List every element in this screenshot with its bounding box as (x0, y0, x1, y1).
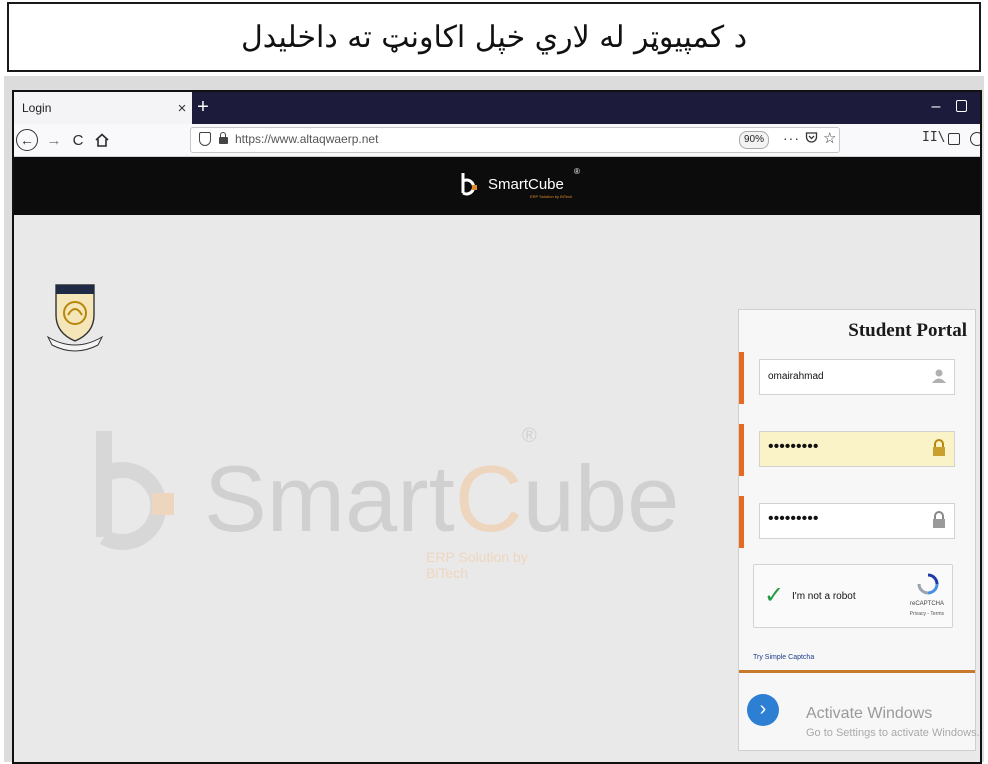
back-arrow-icon[interactable]: ← (16, 129, 38, 151)
smartcube-b-icon (461, 173, 477, 196)
navigation-toolbar: ← → C https://www.altaqwaerp.net 90% ···… (14, 124, 980, 157)
activate-windows-subtitle: Go to Settings to activate Windows. (806, 727, 980, 739)
account-icon[interactable] (970, 132, 980, 146)
user-icon (932, 369, 946, 383)
recaptcha-terms-link[interactable]: Privacy - Terms (910, 611, 944, 617)
panel-title: Student Portal (848, 320, 967, 341)
lock-icon (933, 439, 945, 456)
header-logo[interactable]: SmartCube ® ERP Solution by BiTech (460, 167, 620, 205)
new-tab-button[interactable]: + (192, 92, 214, 124)
header-registered-mark: ® (574, 167, 580, 176)
school-crest-icon (46, 284, 104, 352)
username-value: omairahmad (768, 371, 824, 382)
confirm-password-row: ••••••••• (739, 494, 975, 550)
forward-arrow-icon[interactable]: → (42, 128, 66, 152)
caption-text: د کمپیوټر له لاري خپل اکاونټ ته داخلیدل (240, 19, 748, 55)
browser-window: Login × + – ← → C https://www.altaqwaerp… (12, 90, 982, 764)
checkmark-icon[interactable]: ✓ (764, 581, 784, 610)
restore-window-icon[interactable] (956, 100, 967, 112)
confirm-password-value: ••••••••• (768, 510, 819, 527)
captcha-label: I'm not a robot (792, 591, 856, 602)
home-icon[interactable] (90, 128, 114, 152)
tab-login[interactable]: Login × (14, 92, 192, 124)
password-row: ••••••••• (739, 422, 975, 478)
url-text[interactable]: https://www.altaqwaerp.net (235, 132, 378, 146)
login-panel: Student Portal omairahmad ••••••••• ••••… (738, 309, 976, 751)
simple-captcha-link[interactable]: Try Simple Captcha (753, 654, 814, 661)
username-field[interactable]: omairahmad (759, 359, 955, 395)
recaptcha-brand: reCAPTCHA (909, 601, 944, 607)
header-logo-text: SmartCube (488, 176, 564, 193)
minimize-button[interactable]: – (924, 92, 948, 124)
tab-title: Login (22, 101, 52, 115)
bookmark-star-icon[interactable]: ☆ (823, 129, 836, 147)
screenshot-area: Login × + – ← → C https://www.altaqwaerp… (4, 76, 984, 764)
tab-bar: Login × + – (14, 92, 980, 124)
header-logo-tagline: ERP Solution by BiTech (530, 194, 573, 199)
tracking-shield-icon[interactable] (199, 132, 211, 146)
confirm-password-field[interactable]: ••••••••• (759, 503, 955, 539)
password-field[interactable]: ••••••••• (759, 431, 955, 467)
recaptcha-logo-icon (917, 573, 939, 595)
recaptcha-widget[interactable]: ✓ I'm not a robot reCAPTCHA Privacy - Te… (753, 564, 953, 628)
watermark-b-icon (96, 431, 174, 550)
library-icon[interactable]: II\ (922, 130, 945, 145)
username-row: omairahmad (739, 350, 975, 406)
caption-box: د کمپیوټر له لاري خپل اکاونټ ته داخلیدل (7, 2, 981, 72)
page-actions-icon[interactable]: ··· (783, 130, 800, 146)
tab-close-icon[interactable]: × (172, 100, 192, 117)
activate-windows-title: Activate Windows (806, 705, 933, 722)
site-header: SmartCube ® ERP Solution by BiTech (14, 157, 980, 215)
pocket-icon[interactable] (805, 131, 818, 147)
password-value: ••••••••• (768, 438, 819, 455)
lock-icon (933, 511, 945, 528)
panel-divider (739, 670, 975, 673)
page-body: SmartCube ® ERP Solution by BiTech Stude… (14, 215, 980, 762)
watermark-tagline: ERP Solution by BiTech (426, 549, 528, 581)
sidebar-icon[interactable] (948, 133, 960, 145)
watermark-registered-mark: ® (522, 425, 537, 447)
smartcube-watermark: SmartCube ® ERP Solution by BiTech (90, 425, 679, 585)
secure-lock-icon[interactable] (219, 132, 228, 144)
watermark-text: SmartCube (204, 446, 680, 551)
address-bar[interactable]: https://www.altaqwaerp.net 90% ··· ☆ (190, 127, 840, 153)
login-submit-button[interactable]: › (747, 694, 779, 726)
reload-icon[interactable]: C (66, 128, 90, 152)
zoom-level-badge[interactable]: 90% (739, 131, 769, 149)
